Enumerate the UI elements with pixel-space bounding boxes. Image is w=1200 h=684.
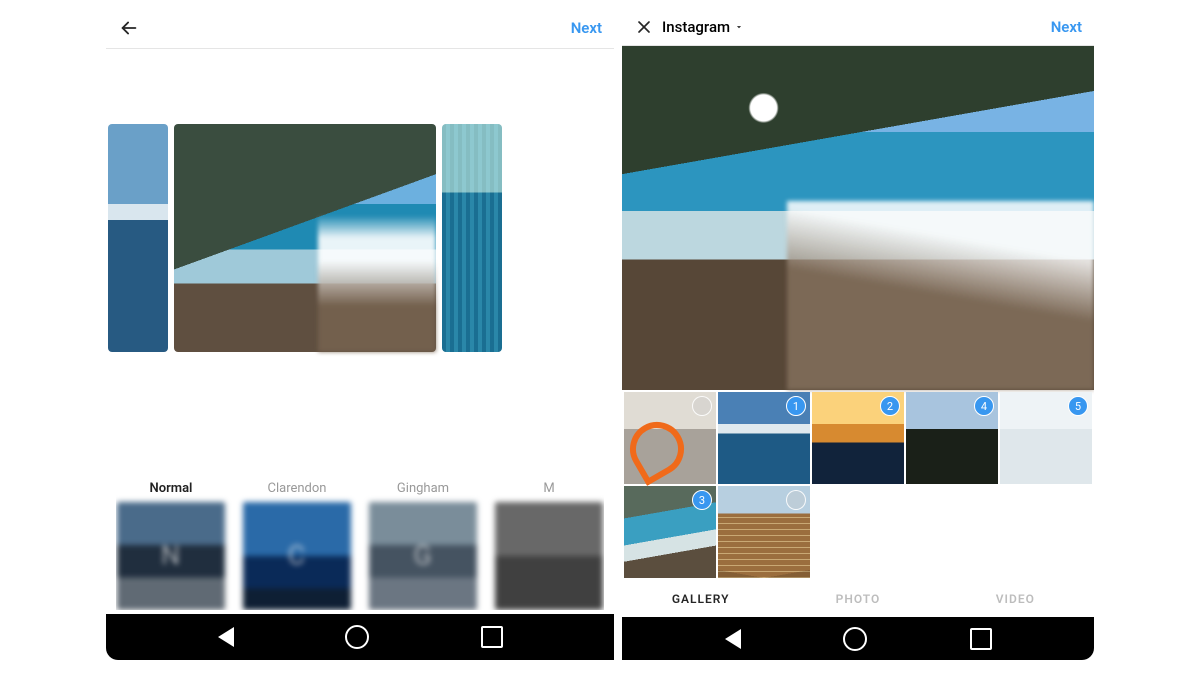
filter-thumbnail: C: [243, 502, 351, 610]
carousel-slide[interactable]: [174, 124, 436, 352]
filter-option[interactable]: Gingham G: [368, 481, 478, 610]
filter-label: Gingham: [397, 481, 449, 496]
filter-label: Normal: [150, 481, 193, 496]
photo-carousel[interactable]: [106, 119, 614, 357]
filter-strip: Normal N Clarendon C Gingham G M: [106, 467, 614, 614]
next-button[interactable]: Next: [1051, 18, 1082, 36]
nav-recent-icon[interactable]: [481, 626, 503, 648]
back-arrow-icon[interactable]: [118, 17, 140, 39]
gallery-tile[interactable]: 5: [1000, 392, 1092, 484]
carousel-slide[interactable]: [442, 124, 502, 352]
filter-thumbnail: N: [117, 502, 225, 610]
android-nav-bar: [106, 614, 614, 660]
selection-badge: 4: [974, 396, 994, 416]
filter-thumbnail: [495, 502, 603, 610]
filter-topbar: Next: [106, 8, 614, 49]
folder-dropdown[interactable]: Instagram: [662, 18, 744, 36]
filter-option[interactable]: Normal N: [116, 481, 226, 610]
android-nav-bar: [622, 617, 1094, 660]
gallery-tile[interactable]: 4: [906, 392, 998, 484]
source-tab[interactable]: PHOTO: [779, 592, 936, 606]
selection-badge: [786, 490, 806, 510]
selected-photo-preview[interactable]: [622, 46, 1094, 390]
folder-dropdown-label: Instagram: [662, 18, 730, 36]
filter-label: Clarendon: [268, 481, 327, 496]
nav-home-icon[interactable]: [345, 625, 369, 649]
gallery-screen: Instagram Next 1 2 4 5 3 GALLERYPHOTOVIDEO: [622, 8, 1094, 660]
close-icon[interactable]: [634, 17, 654, 37]
gallery-grid: 1 2 4 5 3: [622, 390, 1094, 580]
filter-option[interactable]: M: [494, 481, 604, 610]
nav-home-icon[interactable]: [843, 627, 867, 651]
carousel-slide[interactable]: [108, 124, 168, 352]
selection-badge: 5: [1068, 396, 1088, 416]
gallery-tile[interactable]: 2: [812, 392, 904, 484]
filter-option[interactable]: Clarendon C: [242, 481, 352, 610]
nav-recent-icon[interactable]: [970, 628, 992, 650]
source-tab[interactable]: GALLERY: [622, 592, 779, 606]
selection-badge: 3: [692, 490, 712, 510]
source-tab[interactable]: VIDEO: [937, 592, 1094, 606]
gallery-tile[interactable]: [624, 392, 716, 484]
gallery-tile[interactable]: 1: [718, 392, 810, 484]
selection-badge: 1: [786, 396, 806, 416]
selection-badge: [692, 396, 712, 416]
blank-stage-padding: [106, 49, 614, 119]
chevron-down-icon: [734, 22, 744, 32]
source-tabs: GALLERYPHOTOVIDEO: [622, 580, 1094, 617]
selection-badge: 2: [880, 396, 900, 416]
gallery-topbar: Instagram Next: [622, 8, 1094, 46]
filter-screen: Next Normal N Clarendon C Gingham G M: [106, 8, 614, 660]
filter-thumbnail: G: [369, 502, 477, 610]
gallery-tile[interactable]: 3: [624, 486, 716, 578]
filter-label: M: [543, 481, 554, 496]
next-button[interactable]: Next: [571, 19, 602, 37]
gallery-tile[interactable]: [718, 486, 810, 578]
nav-back-icon[interactable]: [725, 629, 741, 649]
nav-back-icon[interactable]: [218, 627, 234, 647]
